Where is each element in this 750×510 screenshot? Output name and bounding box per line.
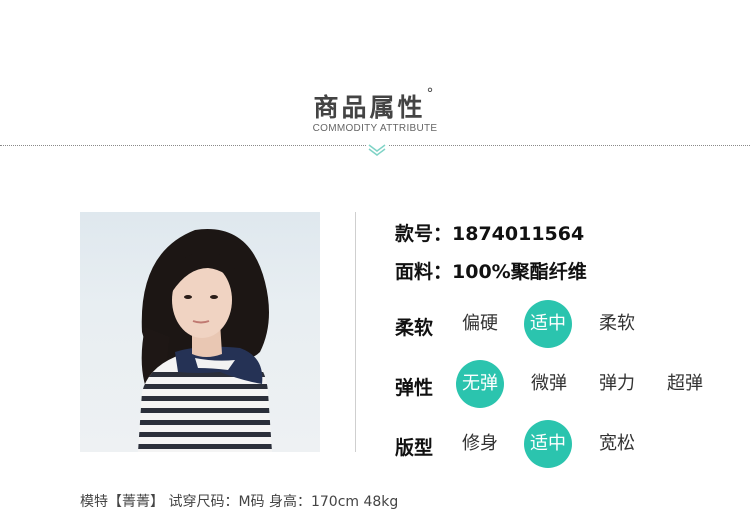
option-elasticity-elastic: 弹力: [599, 373, 635, 394]
section-subtitle: COMMODITY ATTRIBUTE: [312, 123, 438, 134]
section-header: 商品属性° COMMODITY ATTRIBUTE: [0, 0, 750, 160]
option-softness-hard: 偏硬: [462, 313, 498, 334]
model-photo: [80, 212, 320, 452]
attr-label-softness: 柔软: [395, 317, 434, 339]
attr-row-elasticity: 弹性 无弹 微弹 弹力 超弹: [395, 360, 735, 408]
chevron-down-icon: [366, 142, 388, 156]
option-fit-loose: 宽松: [599, 433, 635, 454]
fabric-material: 面料：100%聚酯纤维: [395, 261, 587, 283]
option-fit-regular-selected: 适中: [524, 420, 572, 468]
option-softness-soft: 柔软: [599, 313, 635, 334]
title-degree-mark: °: [426, 86, 437, 102]
option-softness-medium-selected: 适中: [524, 300, 572, 348]
model-info-caption: 模特【菁菁】 试穿尺码：M码 身高：170cm 48kg: [80, 494, 399, 510]
style-number: 款号：1874011564: [395, 223, 585, 245]
attr-row-fit: 版型 修身 适中 宽松: [395, 420, 735, 468]
option-elasticity-none-selected: 无弹: [456, 360, 504, 408]
attr-label-elasticity: 弹性: [395, 377, 434, 399]
option-elasticity-super: 超弹: [667, 373, 703, 394]
attr-label-fit: 版型: [395, 437, 434, 459]
option-fit-slim: 修身: [462, 433, 498, 454]
section-title: 商品属性°: [313, 86, 437, 122]
vertical-divider: [355, 212, 356, 452]
option-elasticity-slight: 微弹: [531, 373, 567, 394]
attr-row-softness: 柔软 偏硬 适中 柔软: [395, 300, 735, 348]
